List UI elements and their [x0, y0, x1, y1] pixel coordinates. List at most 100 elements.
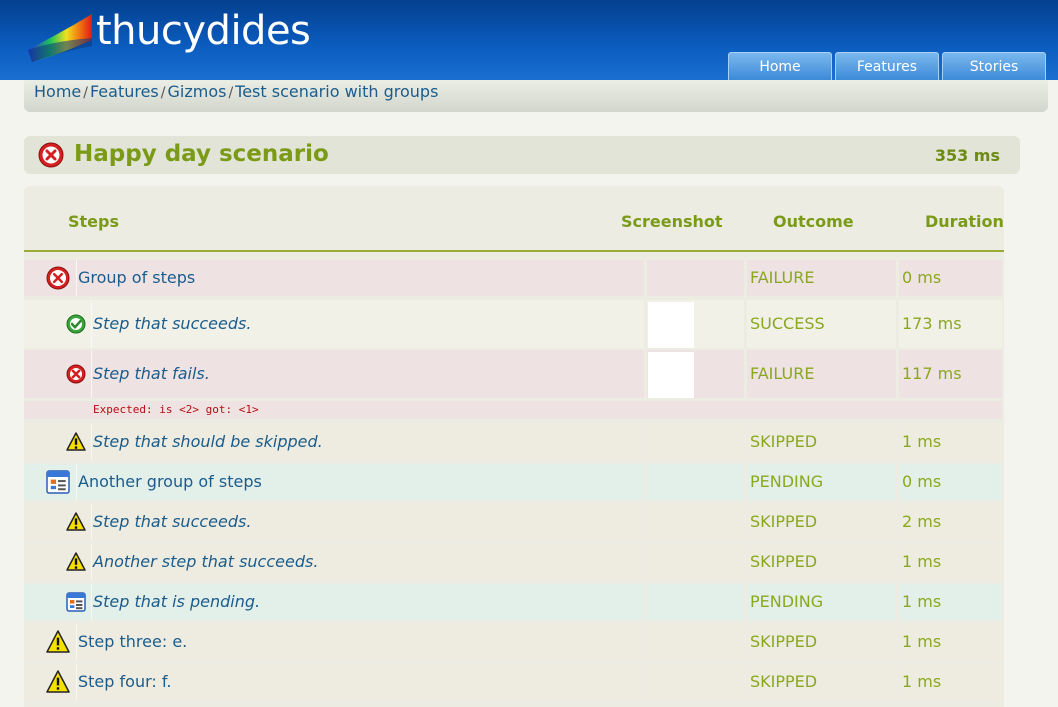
outcome-label: PENDING: [750, 592, 824, 611]
header: thucydides Home Features Stories: [0, 0, 1058, 80]
step-description[interactable]: Step that succeeds.: [93, 314, 251, 333]
duration-label: 1 ms: [902, 672, 942, 691]
table-header: Steps Screenshot Outcome Duration: [24, 186, 1004, 252]
table-row: Step that succeeds. SUCCESS 173 ms: [24, 300, 1004, 348]
error-message: Expected: is <2> got: <1>: [93, 403, 259, 416]
outcome-cell: FAILURE: [747, 260, 896, 296]
duration-cell: 2 ms: [899, 504, 1002, 540]
tab-stories[interactable]: Stories: [942, 52, 1046, 80]
table-row: Group of steps FAILURE 0 ms: [24, 260, 1004, 296]
outcome-label: SKIPPED: [750, 632, 818, 651]
outcome-cell: SKIPPED: [747, 664, 896, 700]
header-outcome: Outcome: [773, 212, 854, 231]
step-cell: Step that should be skipped.: [24, 424, 644, 460]
cell-divider: [76, 260, 77, 296]
cell-divider: [91, 584, 92, 620]
step-description[interactable]: Another group of steps: [78, 472, 262, 491]
step-description[interactable]: Step that fails.: [93, 364, 210, 383]
table-row: Another group of steps PENDING 0 ms: [24, 464, 1004, 500]
cell-divider: [91, 424, 92, 460]
step-cell: Group of steps: [24, 260, 644, 296]
breadcrumb-home[interactable]: Home: [34, 82, 81, 101]
breadcrumb-separator: /: [83, 85, 88, 101]
screenshot-cell: [647, 664, 744, 700]
duration-label: 1 ms: [902, 592, 942, 611]
outcome-cell: SKIPPED: [747, 544, 896, 580]
outcome-cell: SKIPPED: [747, 424, 896, 460]
step-cell: Another step that succeeds.: [24, 544, 644, 580]
screenshot-cell: [647, 584, 744, 620]
outcome-cell: PENDING: [747, 584, 896, 620]
duration-label: 0 ms: [902, 268, 942, 287]
cell-divider: [76, 624, 77, 660]
header-steps: Steps: [68, 212, 119, 231]
cell-divider: [91, 544, 92, 580]
warning-icon: [66, 432, 86, 451]
step-description[interactable]: Step that succeeds.: [93, 512, 251, 531]
duration-label: 173 ms: [902, 314, 962, 333]
duration-label: 117 ms: [902, 364, 962, 383]
duration-label: 1 ms: [902, 552, 942, 571]
scenario-duration: 353 ms: [934, 146, 1000, 165]
step-description[interactable]: Group of steps: [78, 268, 195, 287]
screenshot-thumbnail[interactable]: [648, 352, 694, 398]
screenshot-cell: [647, 544, 744, 580]
duration-label: 1 ms: [902, 432, 942, 451]
cell-divider: [91, 504, 92, 540]
warning-icon: [66, 552, 86, 571]
success-icon: [66, 314, 86, 334]
step-description[interactable]: Step four: f.: [78, 672, 171, 691]
step-cell: Step that fails.: [24, 350, 644, 398]
scenario-header: Happy day scenario 353 ms: [24, 136, 1020, 174]
warning-icon: [46, 670, 70, 693]
pending-icon: [66, 592, 86, 612]
failure-icon: [38, 142, 64, 168]
scenario-title: Happy day scenario: [74, 141, 329, 167]
duration-label: 0 ms: [902, 472, 942, 491]
screenshot-thumbnail[interactable]: [648, 302, 694, 348]
outcome-label: SKIPPED: [750, 672, 818, 691]
step-description[interactable]: Step that should be skipped.: [93, 432, 323, 451]
table-row: Step four: f. SKIPPED 1 ms: [24, 664, 1004, 700]
breadcrumb-separator: /: [228, 85, 234, 101]
warning-icon: [66, 512, 86, 531]
outcome-cell: FAILURE: [747, 350, 896, 398]
table-row: Step three: e. SKIPPED 1 ms: [24, 624, 1004, 660]
screenshot-cell: [647, 300, 744, 348]
tab-features[interactable]: Features: [835, 52, 939, 80]
step-description[interactable]: Step that is pending.: [93, 592, 260, 611]
outcome-cell: SKIPPED: [747, 504, 896, 540]
breadcrumb-gizmos[interactable]: Gizmos: [167, 82, 226, 101]
screenshot-cell: [647, 624, 744, 660]
breadcrumb-separator: /: [160, 85, 166, 101]
outcome-label: SKIPPED: [750, 512, 818, 531]
duration-cell: 1 ms: [899, 624, 1002, 660]
step-cell: Another group of steps: [24, 464, 644, 500]
header-screenshot: Screenshot: [621, 212, 723, 231]
step-cell: Step three: e.: [24, 624, 644, 660]
step-description[interactable]: Another step that succeeds.: [93, 552, 318, 571]
cell-divider: [76, 664, 77, 700]
breadcrumb-features[interactable]: Features: [90, 82, 159, 101]
breadcrumb-current[interactable]: Test scenario with groups: [235, 82, 438, 101]
tab-home[interactable]: Home: [728, 52, 832, 80]
step-description[interactable]: Step three: e.: [78, 632, 187, 651]
outcome-label: SUCCESS: [750, 314, 825, 333]
duration-cell: 0 ms: [899, 260, 1002, 296]
error-message-row: Expected: is <2> got: <1>: [24, 401, 1002, 419]
outcome-label: SKIPPED: [750, 432, 818, 451]
outcome-label: PENDING: [750, 472, 824, 491]
cell-divider: [91, 300, 92, 348]
outcome-label: FAILURE: [750, 364, 815, 383]
step-cell: Step that succeeds.: [24, 300, 644, 348]
table-row: Another step that succeeds. SKIPPED 1 ms: [24, 544, 1004, 580]
duration-label: 2 ms: [902, 512, 942, 531]
duration-label: 1 ms: [902, 632, 942, 651]
failure-icon: [46, 266, 70, 290]
cell-divider: [91, 350, 92, 398]
step-cell: Step four: f.: [24, 664, 644, 700]
step-cell: Step that is pending.: [24, 584, 644, 620]
table-row: Step that should be skipped. SKIPPED 1 ms: [24, 424, 1004, 460]
duration-cell: 1 ms: [899, 584, 1002, 620]
outcome-cell: PENDING: [747, 464, 896, 500]
